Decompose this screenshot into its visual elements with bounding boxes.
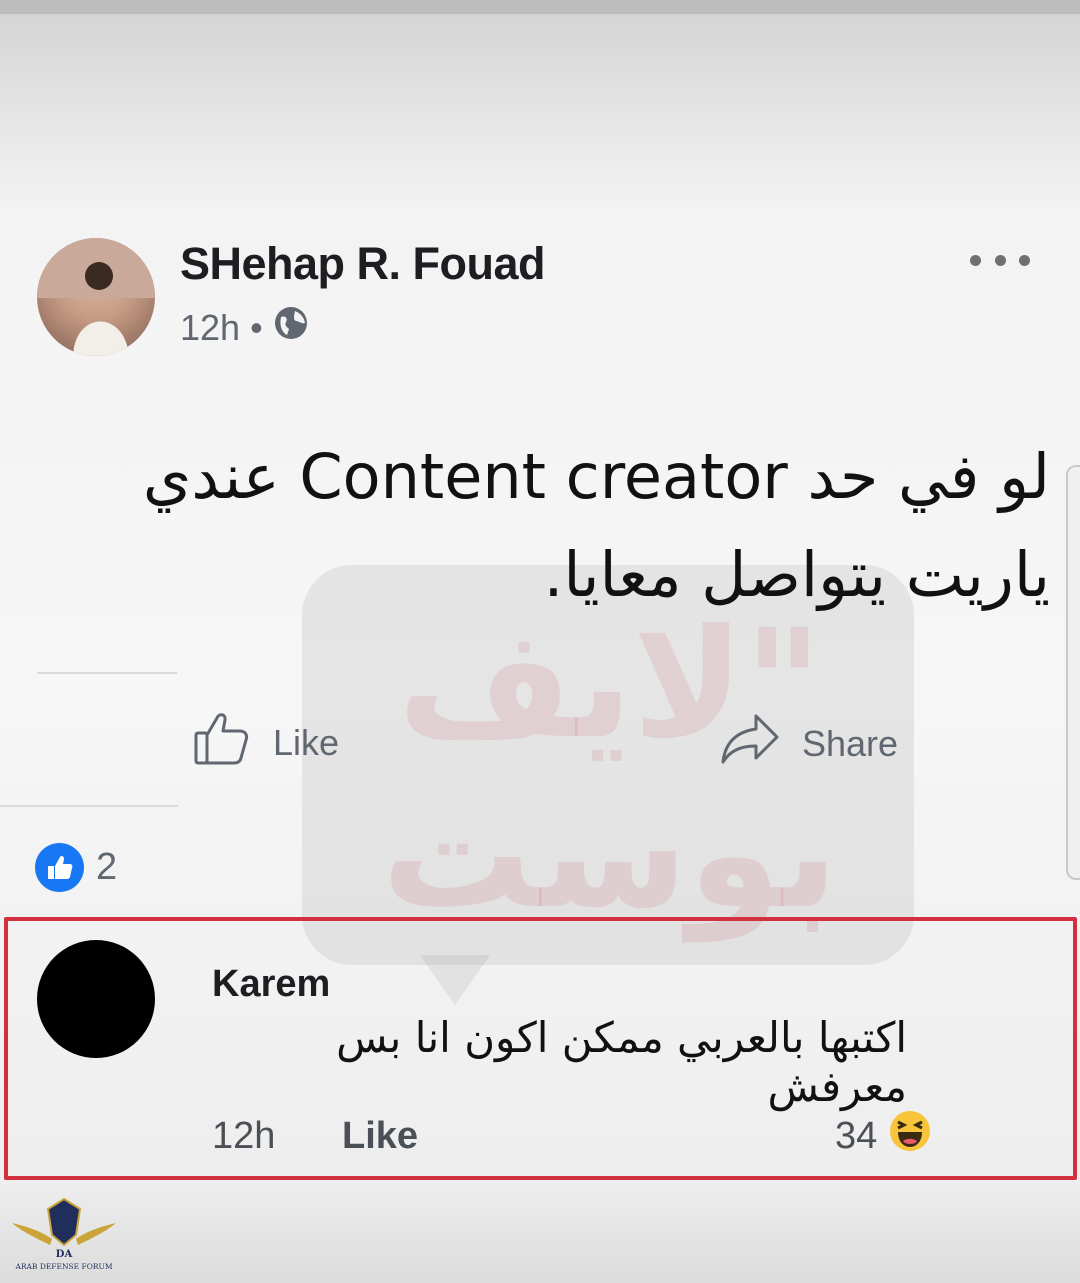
scroll-edge [1066,465,1080,880]
post-text-line1: لو في حد Content creator عندي [142,440,1050,513]
divider [37,672,177,674]
commenter-name[interactable]: Karem [212,963,330,1006]
author-name[interactable]: SHehap R. Fouad [180,238,546,290]
more-options-icon[interactable] [970,245,1030,275]
globe-icon [273,305,309,350]
like-reaction-icon [35,843,84,892]
top-strip [0,0,1080,14]
forum-logo: DA ARAB DEFENSE FORUM [10,1195,118,1280]
like-label: Like [273,721,340,763]
like-button[interactable]: Like [193,708,339,777]
watermark-line2: بوست [381,768,839,942]
share-button[interactable]: Share [720,712,898,775]
comment-time[interactable]: 12h [212,1115,275,1158]
post-time[interactable]: 12h [180,307,240,349]
comment-reaction-count: 34 [835,1114,878,1157]
forum-logo-text: ARAB DEFENSE FORUM [14,1262,112,1271]
post-meta: 12h • [180,305,309,350]
thumbs-up-outline-icon [193,708,251,777]
post-text: لو في حد Content creator عندي ياريت يتوا… [120,428,1050,624]
share-arrow-icon [720,712,780,775]
divider [0,805,178,807]
share-label: Share [802,722,899,764]
screenshot-page: "لايف بوست SHehap R. Fouad 12h • لو في ح… [0,0,1080,1283]
comment-reactions[interactable]: 34 [835,1110,931,1162]
forum-logo-abbr: DA [56,1249,73,1260]
reactions-summary[interactable]: 2 [35,843,117,892]
post-text-line2: ياريت يتواصل معايا. [543,538,1050,611]
author-avatar[interactable] [37,238,155,356]
haha-reaction-icon [889,1110,931,1162]
reaction-count: 2 [96,846,118,888]
commenter-avatar[interactable] [37,940,155,1058]
comment-text: اكتبها بالعربي ممكن اكون انا بس معرفش [336,1013,907,1111]
comment-like-button[interactable]: Like [342,1115,418,1158]
meta-separator: • [250,306,263,348]
